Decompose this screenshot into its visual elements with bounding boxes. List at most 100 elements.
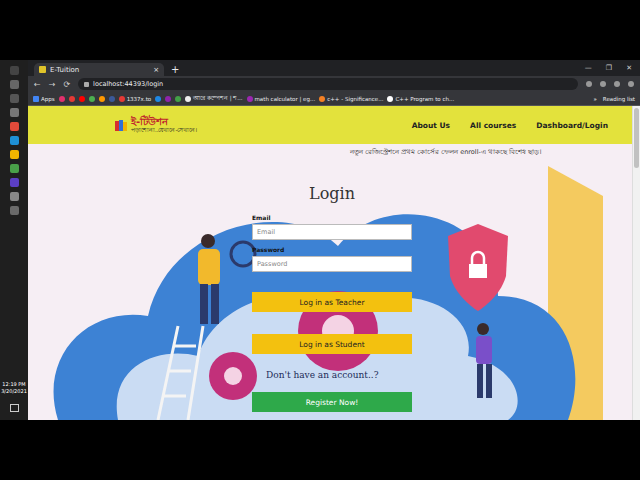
site-nav: About Us All courses Dashboard/Login	[412, 121, 622, 130]
nav-button[interactable]: ←	[34, 80, 41, 89]
bookmark[interactable]	[165, 96, 171, 102]
bookmarks-bar: Apps 1337x.to আরে কম্পেশন | শ... math calcu…	[28, 92, 640, 106]
bookmark-favicon-icon	[119, 96, 125, 102]
taskbar-app-icon[interactable]	[10, 178, 19, 187]
browser-window: E-Tuition × + — ❐ ✕ ← → ⟳ localhost:44393/login Ap…	[28, 60, 640, 420]
logo-tagline: পড়াশোনা..যেখানে-সেখানে।	[131, 127, 197, 133]
apps-icon	[33, 96, 39, 102]
books-icon	[114, 118, 128, 132]
taskbar-date: 3/20/2021	[1, 388, 27, 395]
bookmark-favicon-icon	[185, 96, 191, 102]
extension-icon[interactable]	[628, 81, 634, 87]
lock-icon	[84, 82, 89, 87]
bookmark[interactable]: Apps	[33, 96, 55, 102]
taskbar-app-icon[interactable]	[10, 136, 19, 145]
new-tab-button[interactable]: +	[168, 63, 182, 76]
site-favicon-icon	[39, 66, 46, 73]
student-login-button[interactable]: Log in as Student	[252, 334, 412, 354]
register-button[interactable]: Register Now!	[252, 392, 412, 412]
email-input[interactable]	[252, 224, 412, 240]
scrollbar[interactable]	[632, 106, 640, 420]
nav-button[interactable]: ⟳	[63, 80, 70, 89]
bookmark-favicon-icon[interactable]	[89, 96, 95, 102]
extension-icon[interactable]	[586, 81, 592, 87]
browser-tab[interactable]: E-Tuition ×	[34, 63, 164, 76]
bottom-letterbox	[0, 420, 640, 480]
bookmark-favicon-icon[interactable]	[69, 96, 75, 102]
taskbar-app-icon[interactable]	[10, 80, 19, 89]
taskbar-app-icon[interactable]	[10, 192, 19, 201]
bookmark-favicon-icon	[175, 96, 181, 102]
register-prompt: Don't have an account..?	[252, 368, 412, 382]
site-logo[interactable]: ই-টিউশনপড়াশোনা..যেখানে-সেখানে।	[114, 116, 197, 133]
taskbar-app-icon[interactable]	[10, 108, 19, 117]
email-label: Email	[252, 214, 412, 222]
site-header: ই-টিউশনপড়াশোনা..যেখানে-সেখানে।About UsA…	[28, 106, 632, 144]
extension-icon[interactable]	[600, 81, 606, 87]
bookmark-label: math calculator | eg...	[255, 96, 316, 102]
toolbar: ← → ⟳ localhost:44393/login	[28, 76, 640, 92]
nav-button[interactable]: →	[49, 80, 56, 89]
tab-title: E-Tuition	[50, 66, 149, 74]
bookmark[interactable]: math calculator | eg...	[247, 96, 316, 102]
taskbar-app-icon[interactable]	[10, 94, 19, 103]
bookmark-favicon-icon[interactable]	[109, 96, 115, 102]
password-label: Password	[252, 246, 412, 254]
extension-icon[interactable]	[614, 81, 620, 87]
nav-link[interactable]: Dashboard/Login	[536, 121, 608, 130]
scrollbar-thumb[interactable]	[634, 108, 639, 168]
address-bar[interactable]: localhost:44393/login	[78, 78, 578, 90]
tab-strip: E-Tuition × + — ❐ ✕	[28, 60, 640, 76]
bookmark[interactable]: c++ - Significance...	[319, 96, 383, 102]
page-content: ই-টিউশনপড়াশোনা..যেখানে-সেখানে।About UsA…	[28, 106, 632, 420]
nav-link[interactable]: All courses	[470, 121, 516, 130]
tab-close[interactable]: ×	[153, 66, 159, 74]
bookmark-label: 1337x.to	[127, 96, 152, 102]
taskbar-app-icon[interactable]	[10, 66, 19, 75]
taskbar-app-icon[interactable]	[10, 150, 19, 159]
bookmark-favicon-icon	[319, 96, 325, 102]
bookmarks-more[interactable]: »	[593, 96, 596, 102]
password-input[interactable]	[252, 256, 412, 272]
web-page: ই-টিউশনপড়াশোনা..যেখানে-সেখানে।About UsA…	[28, 106, 640, 420]
notification-icon[interactable]	[10, 404, 19, 412]
teacher-login-button[interactable]: Log in as Teacher	[252, 292, 412, 312]
login-title: Login	[252, 184, 412, 204]
taskbar-app-icon[interactable]	[10, 206, 19, 215]
taskbar-app-icon[interactable]	[10, 164, 19, 173]
window-control[interactable]: —	[585, 64, 592, 72]
top-letterbox	[0, 0, 640, 60]
taskbar-time: 12:19 PM	[1, 381, 27, 388]
taskbar: 12:19 PM3/20/2021	[0, 60, 28, 420]
notice-marquee: নতুন রেজিস্ট্রেশনে প্রথম কোর্সের ফেলন en…	[28, 144, 632, 156]
logo-text: ই-টিউশনপড়াশোনা..যেখানে-সেখানে।	[131, 116, 197, 133]
bookmark-favicon-icon	[155, 96, 161, 102]
bookmark[interactable]: আরে কম্পেশন | শ...	[185, 95, 242, 103]
bookmark[interactable]: C++ Program to ch...	[387, 96, 454, 102]
window-control[interactable]: ✕	[626, 64, 632, 72]
bookmarks-right: » Reading list	[593, 96, 635, 102]
bookmark-label: Apps	[41, 96, 55, 102]
bookmark-label: c++ - Significance...	[327, 96, 383, 102]
taskbar-clock[interactable]: 12:19 PM3/20/2021	[0, 381, 28, 396]
url: localhost:44393/login	[93, 80, 163, 88]
bookmark-favicon-icon	[247, 96, 253, 102]
bookmark-label: C++ Program to ch...	[395, 96, 454, 102]
logo-title: ই-টিউশন	[131, 116, 197, 127]
reading-list[interactable]: Reading list	[603, 96, 635, 102]
login-form: Login Email Password Log in as Teacher Log i…	[252, 184, 412, 412]
screen: 12:19 PM3/20/2021 E-Tuition × + — ❐ ✕ ← → ⟳ localh…	[0, 60, 640, 420]
bookmark[interactable]	[155, 96, 161, 102]
window-control[interactable]: ❐	[606, 64, 612, 72]
nav-link[interactable]: About Us	[412, 121, 450, 130]
bookmark-label: আরে কম্পেশন | শ...	[193, 95, 242, 103]
bookmark-favicon-icon[interactable]	[99, 96, 105, 102]
bookmark[interactable]: 1337x.to	[119, 96, 152, 102]
window-controls: — ❐ ✕	[577, 64, 640, 72]
bookmark-favicon-icon	[165, 96, 171, 102]
bookmark[interactable]	[175, 96, 181, 102]
bookmark-favicon-icon	[387, 96, 393, 102]
bookmark-favicon-icon[interactable]	[59, 96, 65, 102]
bookmark-favicon-icon[interactable]	[79, 96, 85, 102]
taskbar-app-icon[interactable]	[10, 122, 19, 131]
